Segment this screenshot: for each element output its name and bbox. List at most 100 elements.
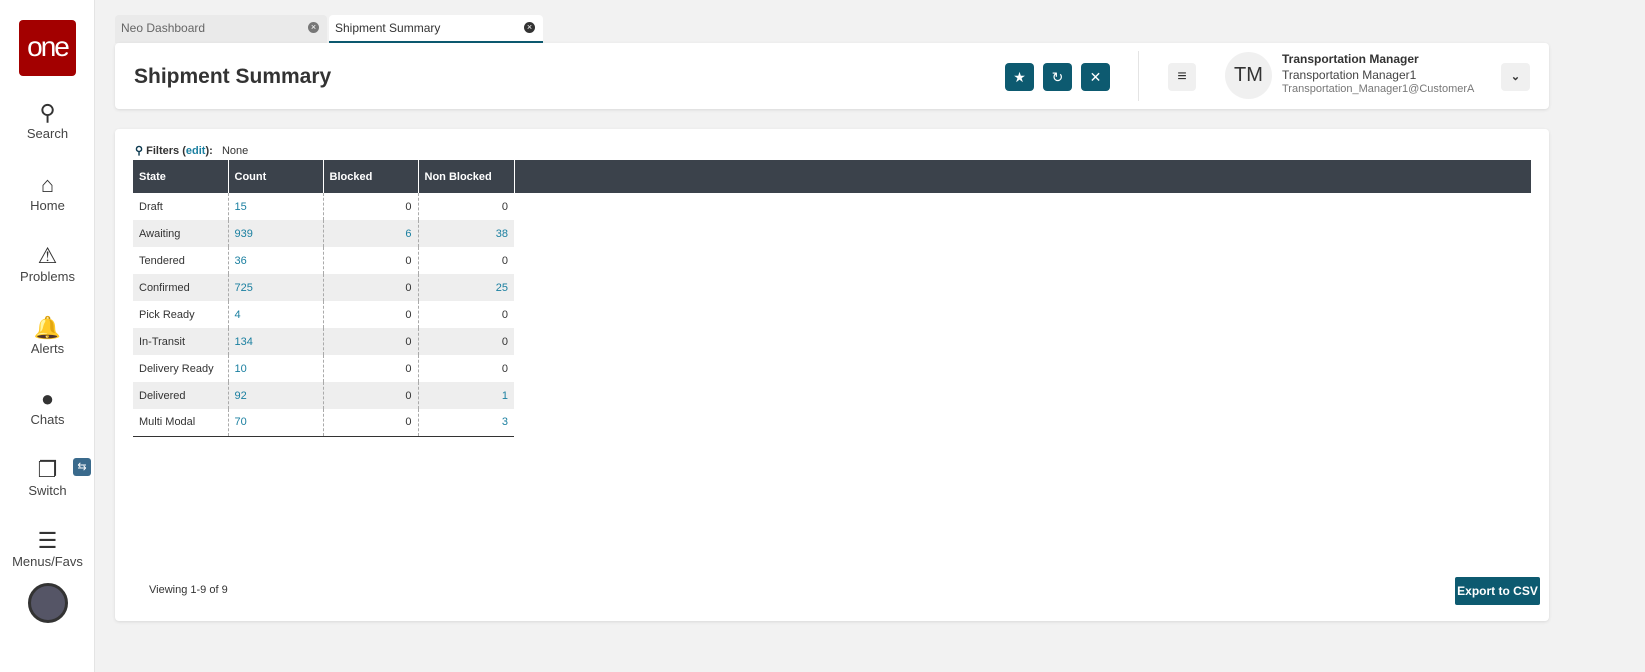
state-cell: In-Transit [133,328,229,355]
column-header[interactable]: Non Blocked [418,160,515,193]
close-button[interactable]: ✕ [1081,63,1110,91]
nav-chats[interactable]: ● Chats [0,386,95,427]
table-row: Multi Modal 70 0 3 [133,409,514,437]
close-tab-icon[interactable]: × [308,22,319,33]
non-blocked-cell[interactable]: 38 [418,220,514,247]
assistant-avatar[interactable] [28,583,68,623]
search-icon: ⚲ [39,100,56,125]
menu-icon: ☰ [37,528,58,553]
blocked-cell: 0 [323,247,419,274]
table-row: Pick Ready 4 0 0 [133,301,514,328]
user-role: Transportation Manager [1282,52,1419,66]
state-cell: Delivered [133,382,229,409]
bell-icon: 🔔 [33,315,62,340]
nav-home[interactable]: ⌂ Home [0,172,95,213]
nav-alerts[interactable]: 🔔 Alerts [0,315,95,356]
count-cell[interactable]: 725 [228,274,324,301]
non-blocked-cell[interactable]: 3 [418,409,514,437]
refresh-icon: ↻ [1051,69,1064,85]
table-row: Tendered 36 0 0 [133,247,514,274]
state-cell: Delivery Ready [133,355,229,382]
blocked-cell: 0 [323,301,419,328]
blocked-cell: 0 [323,382,419,409]
nav-label: Home [30,198,65,213]
state-cell: Pick Ready [133,301,229,328]
nav-menus-favs[interactable]: ☰ Menus/Favs [0,528,95,569]
switch-arrows-icon[interactable]: ⇆ [73,458,91,476]
nav-label: Switch [28,483,67,498]
table-header-filler [514,160,1531,193]
divider [1138,51,1139,101]
filters-value: None [221,145,249,157]
app-logo[interactable]: one [19,20,76,76]
state-cell: Awaiting [133,220,229,247]
star-icon: ★ [1013,69,1026,85]
page-header: Shipment Summary ★ ↻ ✕ ≡ TM Transportati… [115,43,1549,109]
home-icon: ⌂ [40,172,55,197]
count-cell[interactable]: 70 [228,409,324,437]
column-header[interactable]: State [133,160,229,193]
sidebar: one ⚲ Search ⌂ Home ⚠ Problems 🔔 Alerts ● Cha… [0,0,95,672]
blocked-cell[interactable]: 6 [323,220,419,247]
refresh-button[interactable]: ↻ [1043,63,1072,91]
state-cell: Multi Modal [133,409,229,437]
non-blocked-cell[interactable]: 25 [418,274,514,301]
export-csv-button[interactable]: Export to CSV [1455,577,1540,605]
table-row: Delivered 92 0 1 [133,382,514,409]
search-icon: ⚲ [135,145,144,157]
filters-label: Filters [146,145,180,157]
nav-label: Search [26,126,69,141]
column-header[interactable]: Blocked [323,160,419,193]
warning-icon: ⚠ [37,243,58,268]
chevron-down-icon: ⌄ [1510,71,1521,83]
tab-label: Shipment Summary [335,21,441,35]
report-panel: ⚲ Filters (edit): None State Count Blocked… [115,129,1549,621]
state-cell: Draft [133,193,229,220]
favorite-button[interactable]: ★ [1005,63,1034,91]
table-row: Draft 15 0 0 [133,193,514,220]
count-cell[interactable]: 92 [228,382,324,409]
blocked-cell: 0 [323,409,419,437]
menu-icon: ≡ [1177,68,1187,85]
tab-shipment-summary[interactable]: Shipment Summary × [329,15,543,43]
user-dropdown-button[interactable]: ⌄ [1501,63,1530,91]
table-row: Delivery Ready 10 0 0 [133,355,514,382]
nav-problems[interactable]: ⚠ Problems [0,243,95,284]
non-blocked-cell[interactable]: 1 [418,382,514,409]
page-title: Shipment Summary [134,65,332,88]
filters-edit-link[interactable]: edit [186,145,206,157]
non-blocked-cell: 0 [501,362,508,375]
count-cell[interactable]: 36 [228,247,324,274]
nav-label: Problems [20,269,75,284]
filters-bar: ⚲ Filters (edit): None [135,145,249,157]
close-tab-icon[interactable]: × [524,22,535,33]
pagination-info: Viewing 1-9 of 9 [149,584,228,596]
table-row: Awaiting 939 6 38 [133,220,514,247]
hamburger-menu-button[interactable]: ≡ [1168,63,1196,91]
blocked-cell: 0 [323,328,419,355]
state-cell: Tendered [133,247,229,274]
count-cell[interactable]: 15 [228,193,324,220]
count-cell[interactable]: 134 [228,328,324,355]
count-cell[interactable]: 10 [228,355,324,382]
close-icon: ✕ [1089,69,1102,85]
table-row: In-Transit 134 0 0 [133,328,514,355]
column-header[interactable]: Count [228,160,324,193]
user-account: Transportation_Manager1@CustomerA [1282,83,1475,95]
blocked-cell: 0 [323,274,419,301]
non-blocked-cell: 0 [501,200,508,213]
blocked-cell: 0 [323,355,419,382]
nav-label: Menus/Favs [12,554,83,569]
user-avatar[interactable]: TM [1225,52,1272,99]
blocked-cell: 0 [323,193,419,220]
count-cell[interactable]: 939 [228,220,324,247]
non-blocked-cell: 0 [501,254,508,267]
chat-icon: ● [40,386,55,411]
nav-search[interactable]: ⚲ Search [0,100,95,141]
shipment-summary-table: State Count Blocked Non Blocked Draft 15 0 0 Aw… [133,160,515,437]
user-name: Transportation Manager1 [1282,68,1417,82]
non-blocked-cell: 0 [418,328,514,355]
count-cell[interactable]: 4 [228,301,324,328]
tab-label: Neo Dashboard [121,21,206,35]
tab-neo-dashboard[interactable]: Neo Dashboard × [115,15,327,43]
